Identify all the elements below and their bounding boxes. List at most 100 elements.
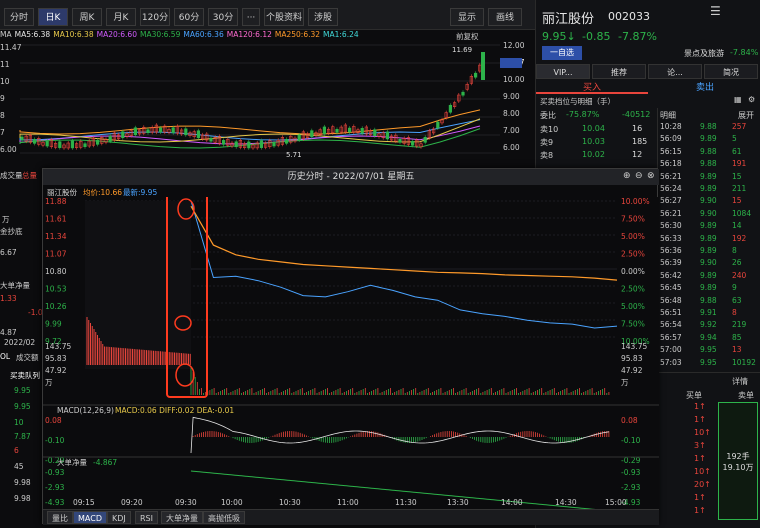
detail-button[interactable]: 详情	[732, 376, 748, 387]
left-strip-label-17: 6	[14, 446, 19, 455]
window-title[interactable]: 历史分时 - 2022/07/01 星期五	[43, 169, 659, 185]
add-icon[interactable]: ⊕	[623, 171, 631, 181]
tick-vol-14: 63	[732, 295, 742, 305]
ma-legend-7: MA250:6.32	[274, 30, 321, 39]
self-select-button[interactable]: 一自选	[542, 46, 582, 60]
left-indicator-strip: 成交量 总量万金抄底 6.67 大单净量 1.33 -1.07 4.87 2022/02 OL 成…	[0, 170, 47, 528]
sell-level-price-1: 10.03	[582, 137, 605, 146]
price-label-6: 10.26	[45, 302, 67, 311]
indicator-tab-4[interactable]: 大单净量	[161, 511, 203, 524]
tick-price-14: 9.88	[700, 295, 717, 305]
ma-legend-1: MA5:6.38	[14, 30, 51, 39]
candle	[20, 136, 24, 141]
info-tab-1[interactable]: 推荐	[592, 64, 646, 79]
tick-time-13: 56:45	[660, 283, 682, 293]
toolbar-item-6[interactable]: 30分	[208, 8, 238, 26]
info-tab-0[interactable]: VIP...	[536, 64, 590, 79]
time-label-1: 09:20	[121, 498, 143, 507]
tick-time-8: 56:30	[660, 221, 682, 231]
tick-time-18: 57:00	[660, 345, 682, 355]
bignet-axis-left-2: -4.93	[45, 498, 65, 507]
bignet-value: -4.867	[93, 458, 117, 467]
left-axis-label-5: 7	[0, 128, 5, 137]
time-label-3: 10:00	[221, 498, 243, 507]
toolbar-item-9[interactable]: 涉股	[308, 8, 338, 26]
indicator-tabs: 量比 MACD KDJ RSI 大单净量 高抛低吸	[43, 509, 659, 525]
toolbar-item-8[interactable]: 个股资料	[264, 8, 304, 26]
ma-legend-8: MA1:6.24	[323, 30, 359, 39]
history-intraday-window[interactable]: 历史分时 - 2022/07/01 星期五 ⊕ ⊖ ⊗ 丽江股份 均价:10.6…	[42, 168, 659, 525]
candle	[360, 127, 364, 134]
info-tab-2[interactable]: 论...	[648, 64, 702, 79]
axis-label-0: 12.00	[503, 41, 525, 50]
indicator-tab-0[interactable]: 量比	[47, 511, 73, 524]
tick-price-19: 9.95	[700, 357, 717, 367]
candle	[121, 131, 125, 139]
sell-tab[interactable]: 卖出	[649, 82, 760, 94]
price-label-4: 10.80	[45, 267, 67, 276]
left-axis-label-2: 10	[0, 77, 10, 86]
intraday-info-bar: 丽江股份 均价:10.66 最新:9.95	[43, 185, 659, 197]
bignet-axis-left-0: -0.93	[45, 468, 65, 477]
orderbook-title: 买卖档位与明细（手）	[540, 97, 615, 106]
indicator-tab-1[interactable]: MACD	[73, 511, 107, 524]
time-label-0: 09:15	[73, 498, 95, 507]
indicator-tab-3[interactable]: RSI	[135, 511, 158, 524]
left-strip-label-12[interactable]: 买卖队列	[10, 370, 40, 381]
menu-icon[interactable]: ☰	[710, 4, 721, 18]
tick-vol-13: 9	[732, 283, 737, 293]
expand-button[interactable]: 展开	[738, 110, 754, 121]
stock-code: 002033	[608, 10, 650, 23]
candle	[335, 129, 339, 133]
settings-icon[interactable]: ▦	[734, 95, 742, 104]
close-icon[interactable]: ⊗	[647, 171, 655, 181]
candle	[83, 143, 87, 148]
candle	[259, 140, 264, 148]
sector-label[interactable]: 景点及旅游	[684, 48, 724, 59]
tick-time-9: 56:33	[660, 233, 682, 243]
fq-label[interactable]: 前复权	[456, 31, 479, 42]
toolbar-item-0[interactable]: 分时	[4, 8, 34, 26]
candle	[108, 135, 112, 142]
toolbar-item-1[interactable]: 日K	[38, 8, 68, 26]
tick-time-12: 56:42	[660, 270, 682, 280]
left-strip-label-10[interactable]: OL	[0, 352, 10, 361]
tick-time-16: 56:54	[660, 320, 682, 330]
time-label-8: 14:00	[501, 498, 523, 507]
minus-icon[interactable]: ⊖	[635, 171, 643, 181]
left-strip-label-13: 9.95	[14, 386, 31, 395]
ma-legend-6: MA120:6.12	[226, 30, 272, 39]
info-tab-3[interactable]: 简况	[704, 64, 758, 79]
toolbar-right-1[interactable]: 画线	[488, 8, 522, 26]
tick-price-6: 9.90	[700, 196, 717, 206]
price-label-0: 11.88	[45, 197, 67, 206]
left-axis-label-0: 11.47	[0, 43, 22, 52]
big-order-amt: 19.10万	[722, 463, 754, 472]
tick-list[interactable]: 10:28 9.88 257 56:09 9.89 5 56:15 9.88 61 56:18 9.…	[660, 122, 760, 372]
candle	[96, 140, 100, 145]
tick-vol-10: 8	[732, 246, 737, 255]
indicator-tab-5[interactable]: 高抛低吸	[203, 511, 245, 524]
gear-icon[interactable]: ⚙	[748, 95, 755, 104]
weibi-label: 委比	[540, 111, 556, 120]
indicator-tab-2[interactable]: KDJ	[107, 511, 131, 524]
buy-tab[interactable]: 买入	[536, 82, 648, 94]
high-label: 11.69	[452, 46, 472, 54]
toolbar-item-7[interactable]: ···	[242, 8, 260, 26]
candle	[398, 138, 402, 143]
toolbar-item-2[interactable]: 周K	[72, 8, 102, 26]
tick-vol-8: 14	[732, 221, 742, 231]
candle	[448, 104, 453, 113]
candle	[196, 130, 201, 139]
vol-label-left-3: 万	[45, 378, 53, 387]
tick-time-19: 57:03	[660, 357, 682, 367]
toolbar-right-0[interactable]: 显示	[450, 8, 484, 26]
toolbar-item-5[interactable]: 60分	[174, 8, 204, 26]
intraday-chart[interactable]: 11.88 11.61 11.34 11.07 10.80 10.53 10.26 9.99 9…	[43, 197, 659, 509]
ma-legend-0: MA	[0, 30, 12, 39]
tick-vol-4: 15	[732, 171, 742, 181]
toolbar-item-4[interactable]: 120分	[140, 8, 170, 26]
toolbar-item-3[interactable]: 月K	[106, 8, 136, 26]
kline-chart[interactable]: 11.69 5.71 12.00 11.47 10.00 9.00 8.00 7.00 6.00…	[0, 40, 535, 170]
tick-time-10: 56:36	[660, 246, 682, 255]
